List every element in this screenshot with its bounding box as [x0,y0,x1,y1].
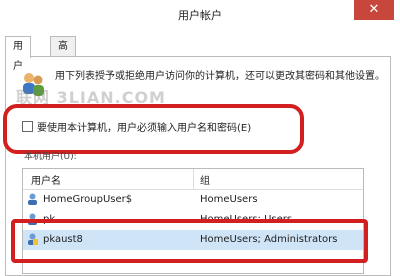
column-header-group[interactable]: 组 [200,172,210,187]
cell-group: HomeUsers [200,194,258,205]
local-users-label: 本机用户(U): [24,152,77,162]
cell-username: HomeGroupUser$ [43,194,133,205]
info-description: 用下列表授予或拒绝用户访问你的计算机，还可以更改其密码和其他设置。 [55,71,385,82]
window-title: 用户帐户 [178,9,222,22]
column-header-username[interactable]: 用户名 [31,172,61,187]
column-divider[interactable] [193,169,194,189]
tab-advanced[interactable]: 高级 [50,36,76,72]
table-row[interactable]: HomeGroupUser$ HomeUsers [23,190,363,210]
close-button[interactable]: ✕ [354,0,394,20]
annotation-highlight-row [11,219,368,263]
tab-users[interactable]: 用户 [5,36,31,72]
user-icon [28,193,37,205]
annotation-highlight-checkbox [3,104,304,154]
close-icon: ✕ [368,2,380,17]
table-header: 用户名 组 [23,169,363,190]
title-bar: 用户帐户 ✕ [0,0,400,30]
